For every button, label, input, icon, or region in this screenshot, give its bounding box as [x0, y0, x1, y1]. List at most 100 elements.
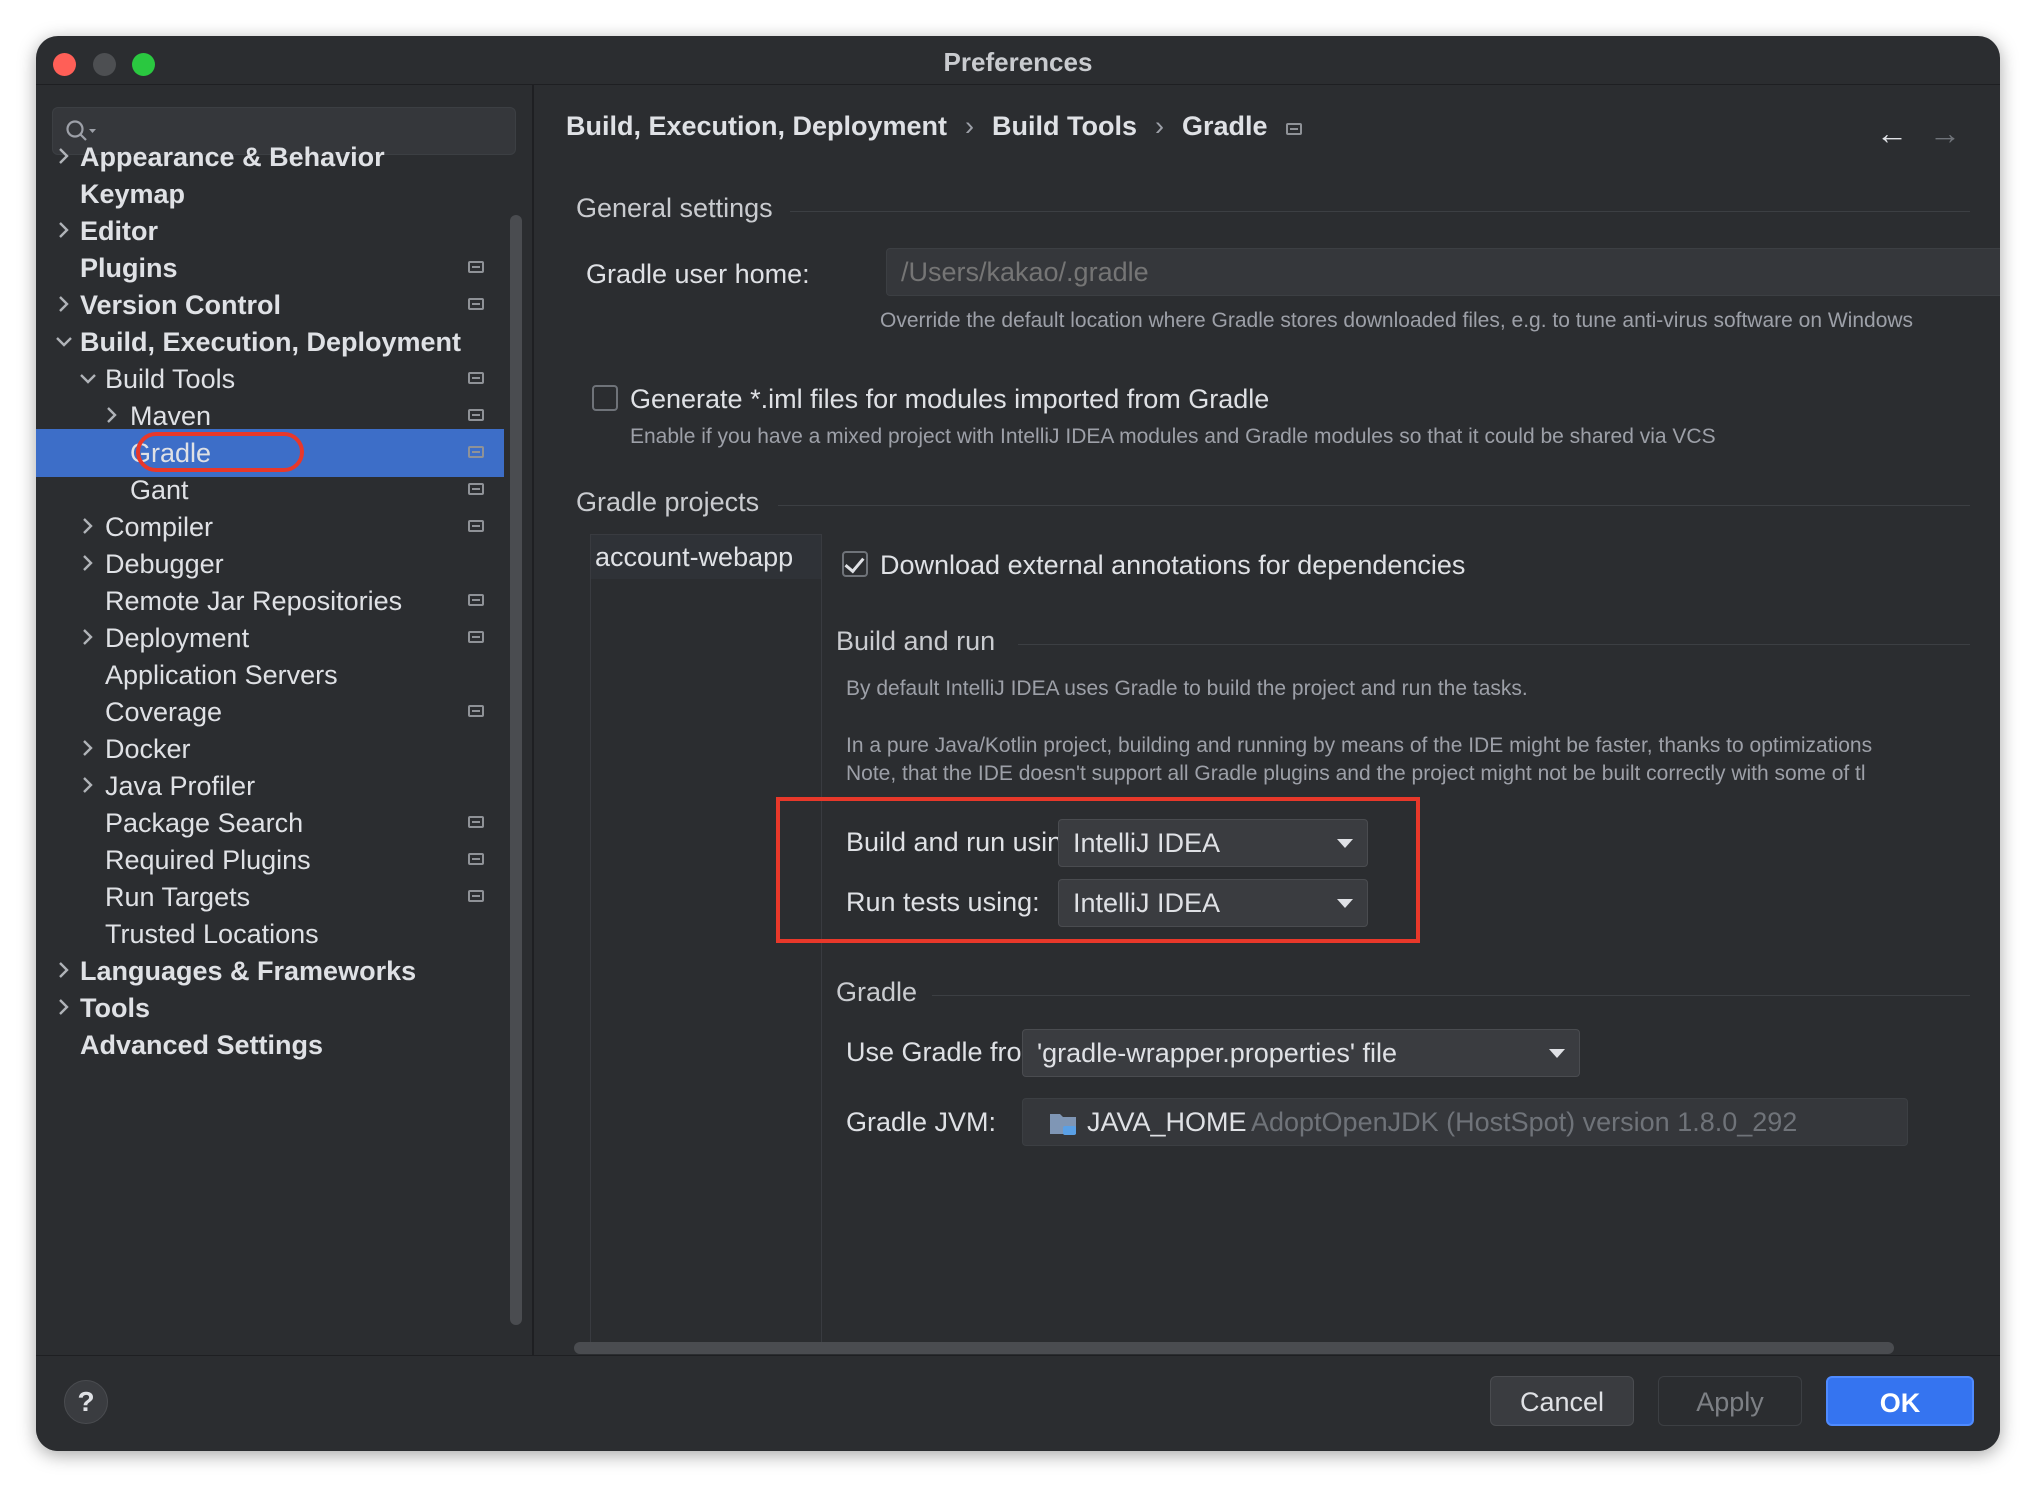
gradle-user-home-label: Gradle user home:	[586, 259, 810, 289]
run-tests-using-label: Run tests using:	[846, 887, 1040, 917]
project-settings-icon	[468, 631, 484, 643]
sidebar-item-advanced-settings[interactable]: Advanced Settings	[36, 1021, 504, 1069]
download-annotations-label: Download external annotations for depend…	[880, 550, 1466, 580]
use-gradle-from-dropdown[interactable]: 'gradle-wrapper.properties' file	[1022, 1029, 1580, 1077]
project-settings-icon	[468, 446, 484, 458]
build-run-description: In a pure Java/Kotlin project, building …	[846, 734, 1873, 757]
sidebar-item-label: Debugger	[105, 549, 224, 579]
chevron-down-icon[interactable]	[76, 365, 100, 393]
breadcrumb-item: Build Tools	[992, 111, 1138, 141]
gradle-projects-list: account-webapp	[590, 534, 822, 1354]
chevron-down-icon	[1549, 1049, 1565, 1058]
project-settings-icon	[468, 483, 484, 495]
section-divider	[1018, 644, 1970, 645]
sidebar-item-label: Version Control	[80, 290, 282, 320]
folder-icon	[1050, 1114, 1076, 1135]
section-divider	[778, 505, 1970, 506]
forward-arrow-icon[interactable]: →	[1929, 115, 1961, 152]
generate-iml-label: Generate *.iml files for modules importe…	[630, 384, 1270, 414]
gradle-jvm-selector[interactable]: JAVA_HOME AdoptOpenJDK (HostSpot) versio…	[1022, 1098, 1908, 1146]
run-tests-using-dropdown[interactable]: IntelliJ IDEA	[1058, 879, 1368, 927]
chevron-down-icon[interactable]	[52, 328, 76, 356]
breadcrumb-separator: ›	[965, 111, 975, 141]
chevron-right-icon[interactable]	[76, 772, 100, 800]
dropdown-value: 'gradle-wrapper.properties' file	[1037, 1038, 1397, 1068]
chevron-right-icon[interactable]	[52, 217, 76, 245]
project-settings-icon	[468, 594, 484, 606]
download-annotations-checkbox[interactable]	[842, 551, 868, 577]
sidebar-item-label: Remote Jar Repositories	[105, 586, 403, 616]
sidebar-item-label: Build Tools	[105, 364, 236, 394]
build-run-description: By default IntelliJ IDEA uses Gradle to …	[846, 677, 1528, 700]
project-settings-icon	[468, 853, 484, 865]
dropdown-value: IntelliJ IDEA	[1073, 888, 1221, 918]
back-arrow-icon[interactable]: ←	[1876, 115, 1908, 152]
jvm-name: JAVA_HOME	[1087, 1107, 1247, 1137]
window-title: Preferences	[943, 47, 1093, 77]
dialog-button-bar: ? Cancel Apply OK	[36, 1355, 2000, 1451]
build-run-using-label: Build and run using:	[846, 827, 1085, 857]
sidebar-item-label: Appearance & Behavior	[80, 142, 385, 172]
list-item[interactable]: account-webapp	[591, 535, 821, 579]
sidebar-item-label: Deployment	[105, 623, 250, 653]
generate-iml-hint: Enable if you have a mixed project with …	[630, 425, 1716, 448]
breadcrumb-item: Build, Execution, Deployment	[566, 111, 948, 141]
project-settings-icon	[468, 705, 484, 717]
general-settings-header: General settings	[576, 193, 773, 223]
project-settings-icon	[468, 816, 484, 828]
chevron-right-icon[interactable]	[76, 550, 100, 578]
chevron-right-icon[interactable]	[52, 994, 76, 1022]
section-divider	[790, 211, 1970, 212]
gradle-jvm-label: Gradle JVM:	[846, 1107, 997, 1137]
dropdown-value: IntelliJ IDEA	[1073, 828, 1221, 858]
gradle-settings-panel: Build, Execution, Deployment › Build Tools…	[534, 85, 2000, 1355]
chevron-right-icon[interactable]	[52, 143, 76, 171]
sidebar-item-label: Languages & Frameworks	[80, 956, 417, 986]
build-run-using-dropdown[interactable]: IntelliJ IDEA	[1058, 819, 1368, 867]
project-name: account-webapp	[595, 542, 794, 572]
sidebar-item-label: Run Targets	[105, 882, 251, 912]
jvm-detail: AdoptOpenJDK (HostSpot) version 1.8.0_29…	[1251, 1107, 1798, 1137]
breadcrumb-separator: ›	[1155, 111, 1165, 141]
chevron-right-icon[interactable]	[76, 624, 100, 652]
sidebar-item-label: Compiler	[105, 512, 214, 542]
chevron-right-icon[interactable]	[100, 402, 124, 430]
project-settings-icon	[468, 298, 484, 310]
generate-iml-checkbox[interactable]	[592, 385, 618, 411]
project-settings-icon	[1285, 123, 1302, 135]
chevron-right-icon[interactable]	[52, 291, 76, 319]
sidebar-item-label: Gant	[130, 475, 189, 505]
sidebar-item-label: Plugins	[80, 253, 178, 283]
sidebar-item-label: Tools	[80, 993, 150, 1023]
chevron-right-icon[interactable]	[52, 957, 76, 985]
sidebar-scrollbar[interactable]	[510, 215, 522, 1325]
settings-sidebar: Appearance & Behavior Keymap Editor Plugins…	[36, 85, 534, 1355]
section-divider	[932, 995, 1970, 996]
apply-button[interactable]: Apply	[1658, 1376, 1802, 1426]
sidebar-item-label: Maven	[130, 401, 212, 431]
cancel-button[interactable]: Cancel	[1490, 1376, 1634, 1426]
title-bar: Preferences	[36, 36, 2000, 85]
gradle-user-home-field[interactable]	[886, 248, 2000, 296]
chevron-down-icon	[1337, 839, 1353, 848]
chevron-right-icon[interactable]	[76, 735, 100, 763]
use-gradle-from-label: Use Gradle from:	[846, 1037, 1052, 1067]
sidebar-item-label: Build, Execution, Deployment	[80, 327, 462, 357]
breadcrumb-item: Gradle	[1182, 111, 1268, 141]
preferences-window: Preferences Appearance & Behavior Keymap E…	[36, 36, 2000, 1451]
project-settings-icon	[468, 261, 484, 273]
project-settings-icon	[468, 890, 484, 902]
panel-horizontal-scrollbar[interactable]	[574, 1342, 1894, 1354]
sidebar-item-label: Coverage	[105, 697, 223, 727]
gradle-projects-header: Gradle projects	[576, 487, 760, 517]
gradle-header: Gradle	[836, 977, 918, 1007]
sidebar-item-label: Required Plugins	[105, 845, 311, 875]
gradle-user-home-hint: Override the default location where Grad…	[880, 309, 1914, 332]
sidebar-item-label: Java Profiler	[105, 771, 256, 801]
help-button[interactable]: ?	[64, 1380, 108, 1424]
build-run-description: Note, that the IDE doesn't support all G…	[846, 762, 1866, 785]
ok-button[interactable]: OK	[1826, 1376, 1974, 1426]
sidebar-item-label: Package Search	[105, 808, 304, 838]
checkmark-icon	[844, 552, 865, 574]
chevron-right-icon[interactable]	[76, 513, 100, 541]
